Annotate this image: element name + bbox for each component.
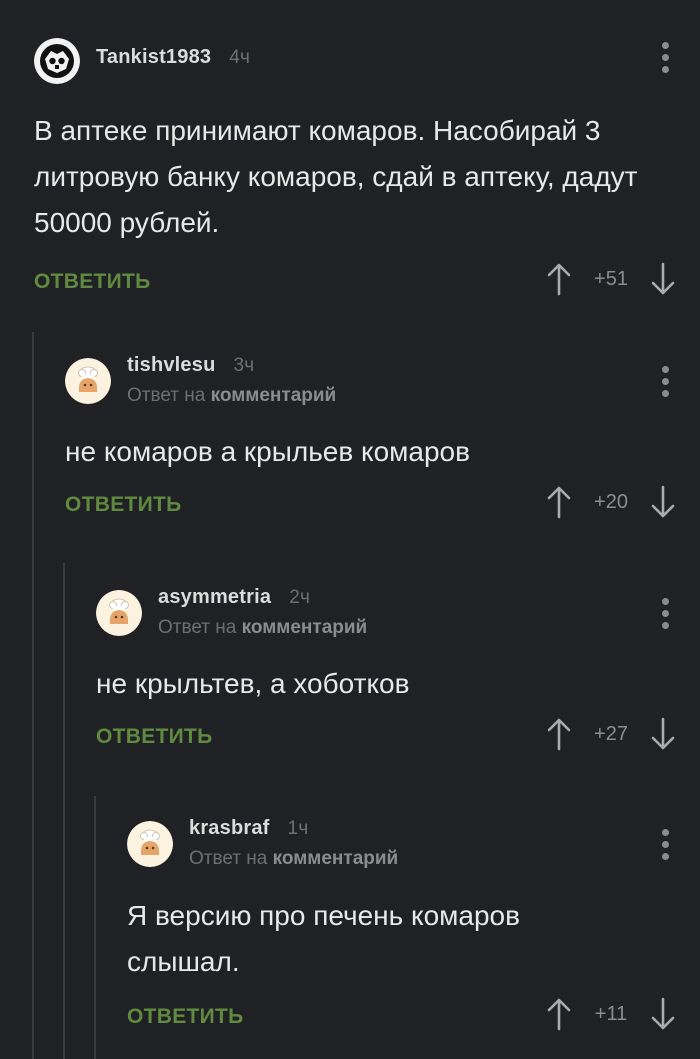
more-vertical-icon[interactable] [660, 366, 670, 397]
username-text[interactable]: krasbraf [189, 817, 270, 839]
comment-header: Tankist1983 4ч [34, 34, 700, 96]
reply-button[interactable]: ОТВЕТИТЬ [127, 1005, 244, 1029]
comment-actions: ОТВЕТИТЬ +11 [127, 997, 700, 1045]
chef-avatar-icon[interactable] [65, 358, 111, 404]
chef-avatar-icon[interactable] [96, 590, 142, 636]
comment-actions: ОТВЕТИТЬ +51 [34, 262, 700, 310]
reply-button[interactable]: ОТВЕТИТЬ [96, 725, 213, 749]
comment-header: krasbraf 1ч Ответ на комментарий [127, 817, 700, 879]
vote-controls: +11 [544, 997, 678, 1031]
username[interactable]: asymmetria 2ч [158, 586, 310, 609]
username[interactable]: tishvlesu 3ч [127, 354, 254, 377]
timestamp: 2ч [289, 587, 311, 608]
chef-avatar-icon[interactable] [127, 821, 173, 867]
comment-text: не крыльтев, а хоботков [96, 668, 410, 699]
rating-value: +20 [594, 490, 628, 513]
arrow-down-icon[interactable] [648, 997, 678, 1031]
reply-prefix: Ответ на [158, 617, 237, 638]
arrow-up-icon[interactable] [544, 485, 574, 519]
comment-thread: Tankist1983 4ч В аптеке принимают комаров… [0, 0, 700, 1059]
comment-header: asymmetria 2ч Ответ на комментарий [96, 586, 700, 648]
username-text[interactable]: asymmetria [158, 586, 271, 608]
reply-target-link[interactable]: комментарий [273, 848, 399, 869]
comment: tishvlesu 3ч Ответ на комментарий не кома… [65, 354, 700, 533]
username[interactable]: Tankist1983 4ч [96, 46, 250, 69]
comment-text: Я версию про печень комаров слышал. [127, 900, 520, 977]
comment: asymmetria 2ч Ответ на комментарий не кры… [96, 586, 700, 765]
reply-prefix: Ответ на [189, 848, 268, 869]
reply-to-line: Ответ на комментарий [158, 617, 367, 639]
arrow-down-icon[interactable] [648, 262, 678, 296]
thread-line-level-3[interactable] [94, 796, 96, 1059]
arrow-up-icon[interactable] [544, 262, 574, 296]
comment-actions: ОТВЕТИТЬ +20 [65, 485, 700, 533]
comment-actions: ОТВЕТИТЬ +27 [96, 717, 700, 765]
reply-prefix: Ответ на [127, 385, 206, 406]
vote-controls: +20 [544, 485, 678, 519]
thread-line-level-1[interactable] [32, 332, 34, 1059]
arrow-up-icon[interactable] [544, 997, 574, 1031]
rating-value: +51 [594, 267, 628, 290]
more-vertical-icon[interactable] [660, 42, 670, 73]
rating-value: +27 [594, 722, 628, 745]
reply-target-link[interactable]: комментарий [211, 385, 337, 406]
username[interactable]: krasbraf 1ч [189, 817, 308, 840]
timestamp: 3ч [233, 355, 255, 376]
reply-button[interactable]: ОТВЕТИТЬ [65, 493, 182, 517]
vote-controls: +27 [544, 717, 678, 751]
rating-value: +11 [594, 1002, 628, 1025]
username-text[interactable]: tishvlesu [127, 354, 216, 376]
vote-controls: +51 [544, 262, 678, 296]
arrow-down-icon[interactable] [648, 717, 678, 751]
comment-header: tishvlesu 3ч Ответ на комментарий [65, 354, 700, 416]
timestamp: 4ч [229, 47, 251, 68]
tank-emblem-icon[interactable] [34, 38, 80, 84]
comment-text: не комаров а крыльев комаров [65, 436, 471, 467]
reply-button[interactable]: ОТВЕТИТЬ [34, 270, 151, 294]
thread-line-level-2[interactable] [63, 563, 65, 1059]
timestamp: 1ч [287, 818, 309, 839]
arrow-down-icon[interactable] [648, 485, 678, 519]
comment: krasbraf 1ч Ответ на комментарий Я версию… [127, 817, 700, 1045]
comment: Tankist1983 4ч В аптеке принимают комаров… [34, 34, 700, 310]
reply-target-link[interactable]: комментарий [242, 617, 368, 638]
more-vertical-icon[interactable] [660, 598, 670, 629]
comment-text: В аптеке принимают комаров. Насобирай 3 … [34, 115, 638, 238]
arrow-up-icon[interactable] [544, 717, 574, 751]
more-vertical-icon[interactable] [660, 829, 670, 860]
username-text[interactable]: Tankist1983 [96, 46, 211, 68]
reply-to-line: Ответ на комментарий [189, 848, 398, 870]
reply-to-line: Ответ на комментарий [127, 385, 336, 407]
